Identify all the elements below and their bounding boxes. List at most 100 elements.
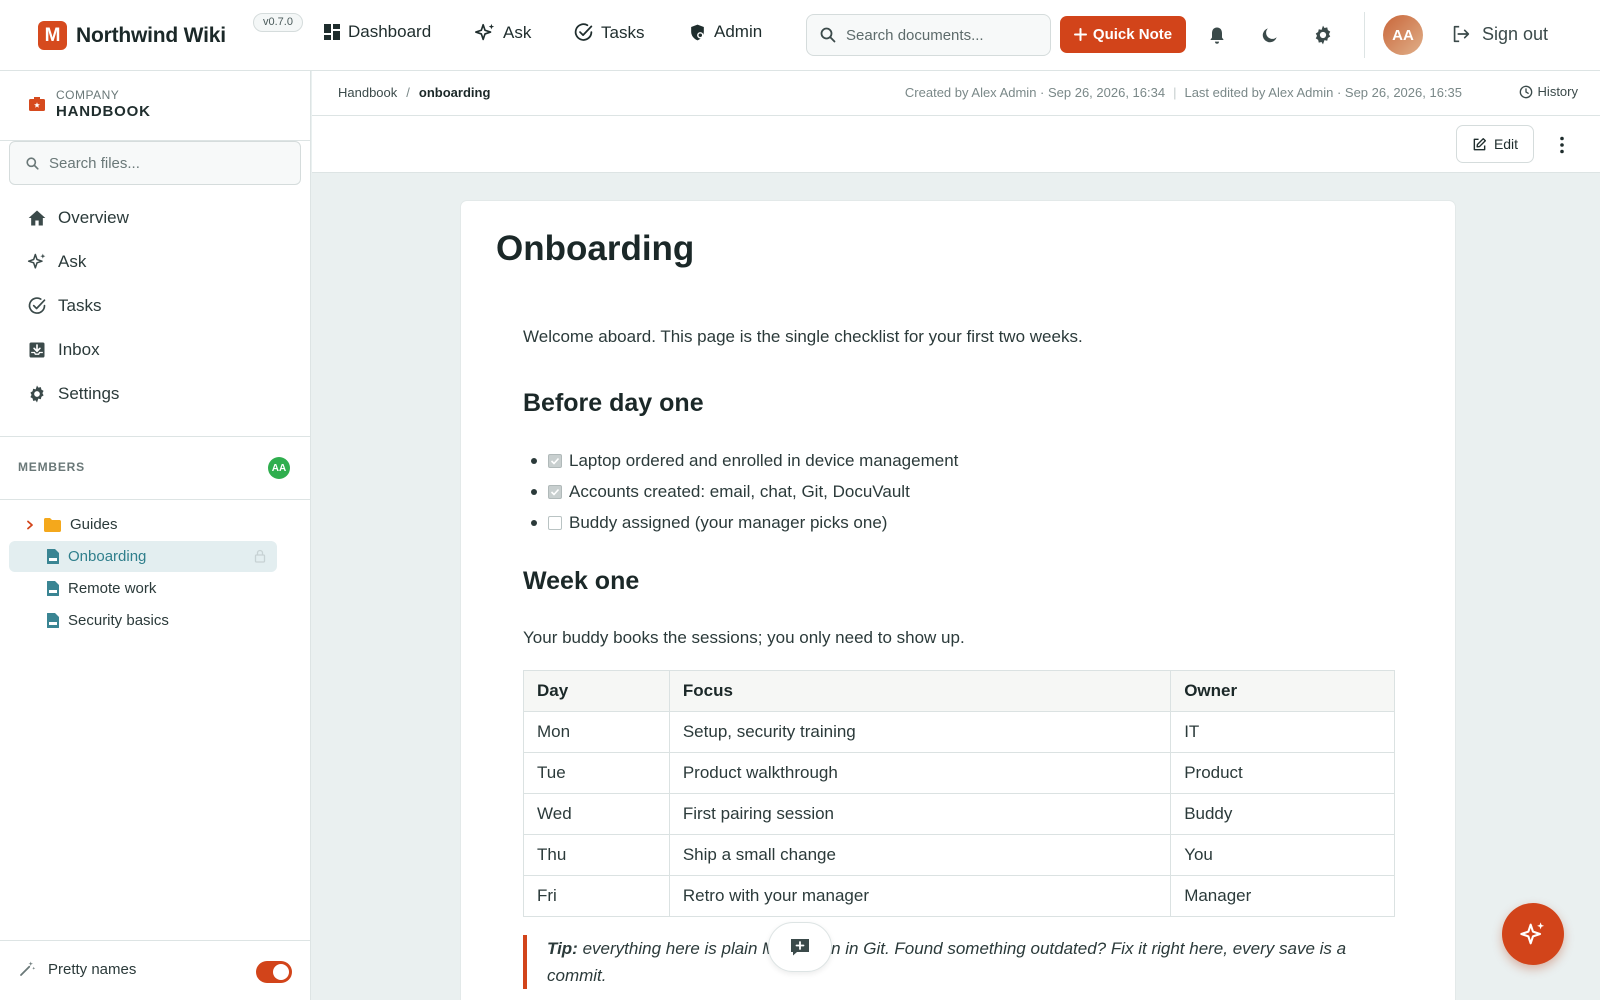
table-cell: Product <box>1170 752 1395 794</box>
list-item: Laptop ordered and enrolled in device ma… <box>523 445 958 476</box>
week-one-table: Day Focus Owner Mon Setup, security trai… <box>523 670 1395 917</box>
table-header-row: Day Focus Owner <box>523 670 1395 712</box>
breadcrumb-separator: / <box>406 85 410 100</box>
search-icon <box>820 27 836 43</box>
space-header[interactable]: COMPANY HANDBOOK <box>28 88 151 120</box>
sidebar-item-label: Ask <box>58 252 87 271</box>
tip-label: Tip: <box>547 939 578 958</box>
table-cell: Fri <box>523 875 670 917</box>
nav-admin-label: Admin <box>714 22 763 41</box>
brand-name: Northwind Wiki <box>76 23 226 47</box>
more-options-button[interactable] <box>1552 133 1572 157</box>
sparkles-icon <box>475 23 495 41</box>
column-header: Focus <box>668 670 1172 712</box>
checkbox-checked[interactable] <box>548 453 562 468</box>
breadcrumb-current: onboarding <box>418 85 491 100</box>
section-paragraph: Your buddy books the sessions; you only … <box>523 628 965 647</box>
home-icon <box>28 210 46 226</box>
table-cell: Tue <box>523 752 670 794</box>
tree-folder-guides[interactable]: Guides <box>25 516 118 533</box>
brand[interactable]: M Northwind Wiki <box>38 21 226 50</box>
sidebar-item-ask[interactable]: Ask <box>27 252 86 272</box>
add-comment-button[interactable] <box>768 922 832 972</box>
sign-out-button[interactable]: Sign out <box>1450 23 1548 45</box>
sidebar-item-overview[interactable]: Overview <box>27 208 129 228</box>
sparkles-icon <box>27 253 46 269</box>
tree-file-security-basics[interactable]: Security basics <box>46 612 169 629</box>
edit-icon <box>1473 137 1486 150</box>
checklist-text: Laptop ordered and enrolled in device ma… <box>569 450 959 470</box>
gear-icon <box>30 385 44 403</box>
history-button[interactable]: History <box>1519 84 1578 99</box>
folder-icon <box>44 517 61 532</box>
check-icon <box>550 457 560 465</box>
tip-callout: Tip: everything here is plain Markdown i… <box>523 935 1353 989</box>
sidebar-item-label: Settings <box>58 384 120 403</box>
nav-dashboard[interactable]: Dashboard <box>323 22 431 42</box>
edit-label: Edit <box>1493 136 1519 152</box>
list-item: Accounts created: email, chat, Git, Docu… <box>523 476 958 507</box>
nav-ask[interactable]: Ask <box>474 22 531 44</box>
quick-note-label: Quick Note <box>1092 26 1173 43</box>
document-toolbar: Edit <box>312 116 1600 173</box>
version-badge: v0.7.0 <box>253 13 303 32</box>
created-info: Created by Alex Admin · Sep 26, 2026, 16… <box>904 85 1166 100</box>
checklist-text: Buddy assigned (your manager picks one) <box>569 512 888 532</box>
markdown-file-icon <box>47 549 59 564</box>
tree-file-remote-work[interactable]: Remote work <box>46 580 156 597</box>
edit-button[interactable]: Edit <box>1456 125 1534 163</box>
table-cell: Wed <box>523 793 670 835</box>
dashboard-icon <box>324 24 340 40</box>
meta-separator: | <box>1173 85 1177 100</box>
clock-icon <box>1519 85 1532 98</box>
sparkles-icon <box>1520 922 1545 945</box>
sidebar-item-tasks[interactable]: Tasks <box>27 296 101 316</box>
global-search[interactable] <box>806 14 1051 56</box>
notifications-button[interactable] <box>1205 23 1229 47</box>
member-avatar[interactable]: AA <box>268 457 290 479</box>
handbook-icon <box>29 97 45 111</box>
table-cell: Product walkthrough <box>668 752 1172 794</box>
intro-paragraph: Welcome aboard. This page is the single … <box>523 327 1083 346</box>
document-page: Onboarding Welcome aboard. This page is … <box>460 200 1456 1000</box>
sidebar-divider <box>0 499 311 500</box>
checkbox-unchecked[interactable] <box>548 515 562 530</box>
tree-item-label: Guides <box>70 516 118 533</box>
check-icon <box>550 488 560 496</box>
sidebar-item-inbox[interactable]: Inbox <box>27 340 100 360</box>
table-cell: Retro with your manager <box>668 875 1172 917</box>
user-avatar[interactable]: AA <box>1383 15 1423 55</box>
sidebar-item-label: Overview <box>58 208 129 227</box>
checkbox-checked[interactable] <box>548 484 562 499</box>
table-row: Mon Setup, security training IT <box>523 711 1395 753</box>
table-cell: First pairing session <box>668 793 1172 835</box>
file-search-input[interactable] <box>49 154 279 172</box>
nav-dashboard-label: Dashboard <box>348 22 432 41</box>
table-row: Thu Ship a small change You <box>523 834 1395 876</box>
breadcrumb-root[interactable]: Handbook <box>338 85 397 100</box>
theme-toggle-button[interactable] <box>1258 23 1282 47</box>
checklist: Laptop ordered and enrolled in device ma… <box>523 445 958 538</box>
quick-note-button[interactable]: Quick Note <box>1060 16 1186 53</box>
table-cell: Thu <box>523 834 670 876</box>
inbox-icon <box>29 342 45 358</box>
table-cell: Buddy <box>1170 793 1395 835</box>
topbar-divider <box>1364 12 1365 58</box>
sidebar-item-settings[interactable]: Settings <box>27 384 119 404</box>
table-cell: Mon <box>523 711 670 753</box>
tree-file-onboarding[interactable]: Onboarding <box>46 548 146 565</box>
global-search-input[interactable] <box>846 26 1036 44</box>
table-cell: Setup, security training <box>668 711 1172 753</box>
file-search[interactable] <box>9 141 301 185</box>
space-kicker: COMPANY <box>56 88 120 102</box>
nav-tasks[interactable]: Tasks <box>573 22 644 43</box>
comment-add-icon <box>791 939 809 956</box>
nav-admin[interactable]: Admin <box>688 22 762 42</box>
table-cell: Ship a small change <box>668 834 1172 876</box>
settings-button[interactable] <box>1311 23 1335 47</box>
pretty-names-toggle[interactable] <box>256 961 292 983</box>
document-title: Onboarding <box>496 229 695 268</box>
table-row: Wed First pairing session Buddy <box>523 793 1395 835</box>
chevron-right-icon <box>27 520 33 529</box>
ai-assistant-button[interactable] <box>1502 903 1564 965</box>
